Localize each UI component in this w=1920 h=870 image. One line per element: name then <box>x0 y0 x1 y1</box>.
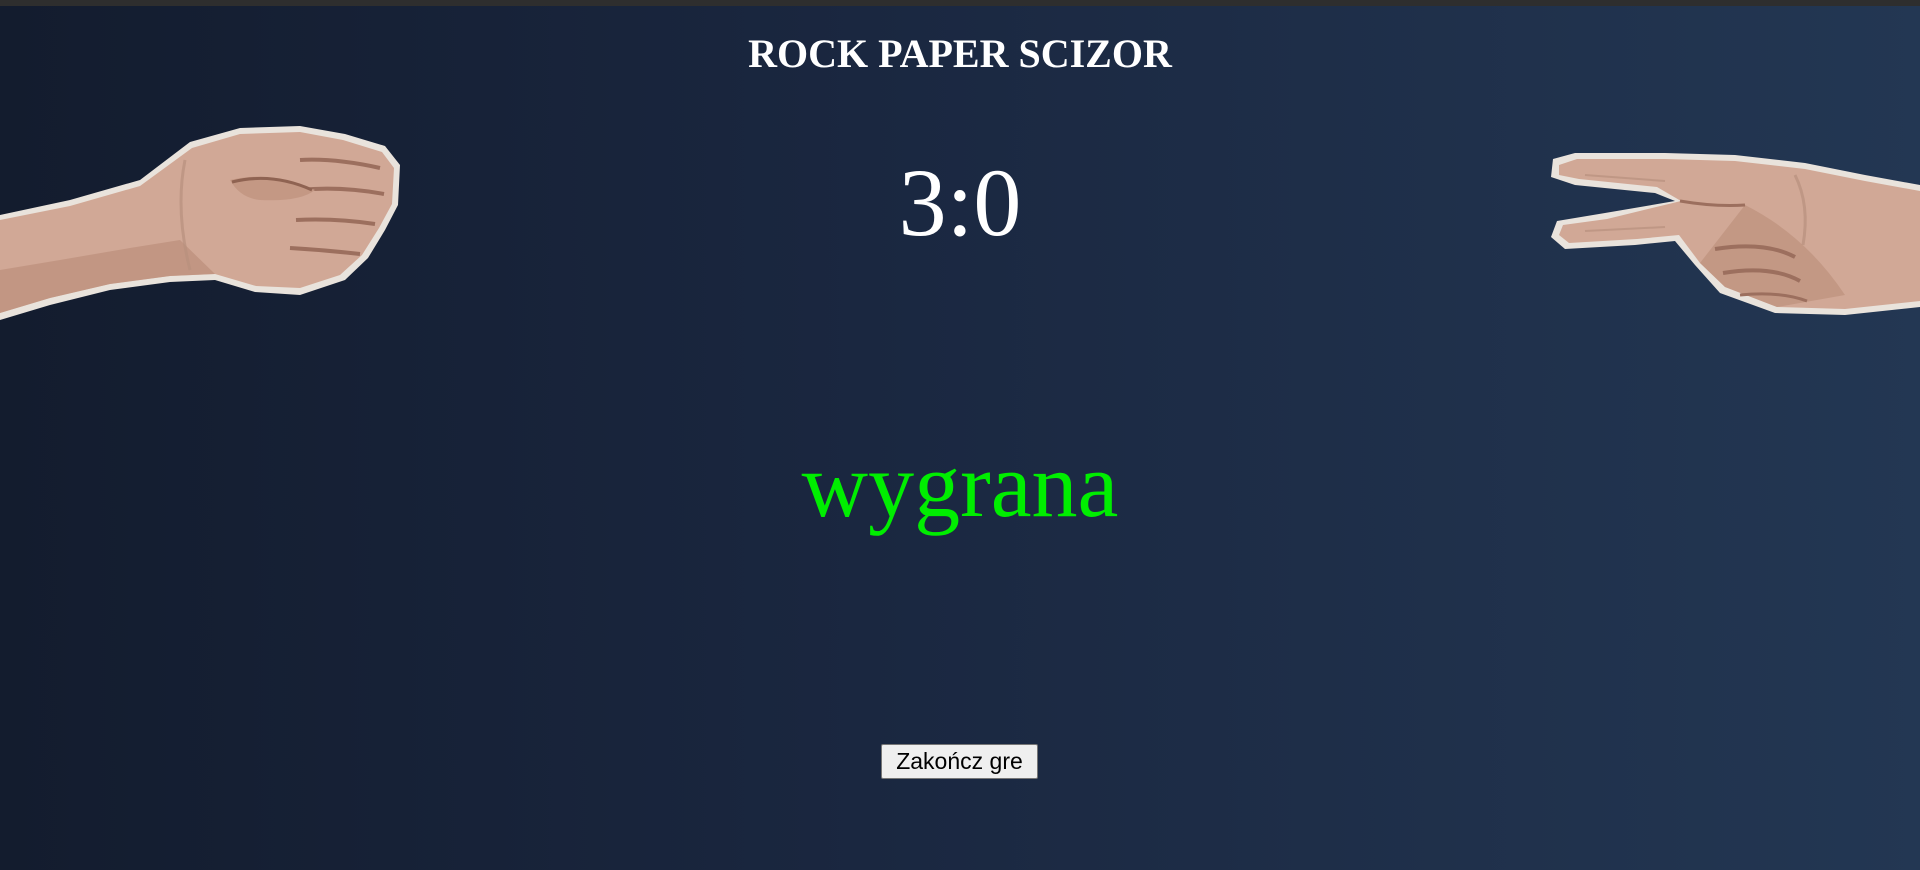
scissors-hand-icon <box>1551 153 1920 315</box>
top-border-strip <box>0 0 1920 6</box>
page-title: ROCK PAPER SCIZOR <box>748 31 1172 76</box>
round-result-text: wygrana <box>801 434 1119 536</box>
rock-hand-icon <box>0 126 400 320</box>
end-game-button[interactable]: Zakończ gre <box>881 744 1038 779</box>
